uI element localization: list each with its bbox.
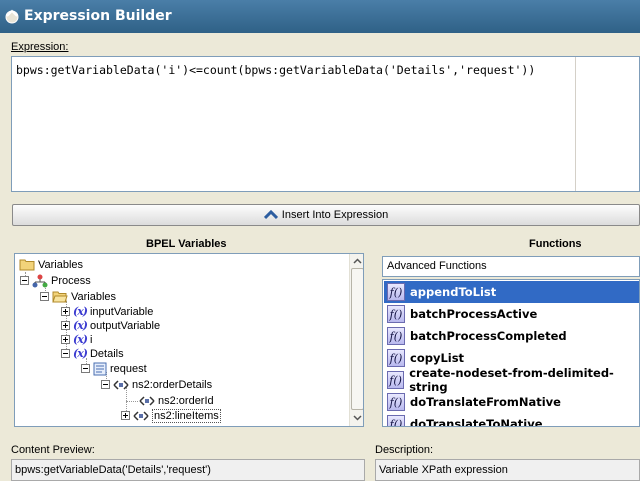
collapse-toggle[interactable]: [20, 276, 29, 285]
tree-label: ns2:lineItems: [152, 408, 221, 423]
expand-toggle[interactable]: [61, 307, 70, 316]
variable-icon: (x): [73, 347, 88, 360]
scroll-thumb[interactable]: [351, 268, 363, 410]
content-preview-label: Content Preview:: [11, 444, 95, 456]
element-icon: [133, 410, 149, 421]
variable-icon: (x): [73, 333, 88, 346]
functions-title: Functions: [529, 238, 582, 250]
function-icon: f(): [387, 283, 405, 301]
tree-label: Variables: [71, 290, 117, 303]
window-title: Expression Builder: [24, 8, 172, 24]
function-name: create-nodeset-from-delimited-string: [409, 366, 614, 394]
insert-button-label: Insert Into Expression: [281, 209, 389, 221]
collapse-toggle[interactable]: [101, 380, 110, 389]
function-category-value: Advanced Functions: [387, 260, 487, 272]
tree-label: i: [89, 333, 93, 346]
expression-text: bpws:getVariableData('i')<=count(bpws:ge…: [16, 63, 536, 77]
bpel-variables-title: BPEL Variables: [146, 238, 227, 250]
function-item-batch-process-active[interactable]: f() batchProcessActive: [384, 303, 639, 325]
element-icon: [113, 379, 129, 390]
function-item-batch-process-completed[interactable]: f() batchProcessCompleted: [384, 325, 639, 347]
tree-label: request: [110, 362, 147, 375]
tree-label: outputVariable: [89, 319, 161, 332]
function-name: batchProcessActive: [410, 307, 538, 321]
insert-into-expression-button[interactable]: Insert Into Expression: [12, 204, 640, 226]
tree-node-variables[interactable]: Variables: [40, 289, 116, 304]
tree-label: inputVariable: [89, 305, 154, 318]
expand-toggle[interactable]: [61, 335, 70, 344]
expression-builder-icon: [5, 9, 19, 24]
expression-label-text: Expression:: [11, 41, 69, 53]
expression-label: Expression:: [11, 41, 68, 53]
function-icon: f(): [387, 415, 405, 426]
tree-vertical-scrollbar[interactable]: [349, 254, 363, 426]
tree-node-process[interactable]: Process: [20, 273, 91, 288]
tree-label: ns2:orderDetails: [132, 378, 213, 391]
function-name: doTranslateFromNative: [410, 395, 561, 409]
function-name: batchProcessCompleted: [410, 329, 567, 343]
tree-node-order-id[interactable]: ns2:orderId: [139, 393, 214, 408]
functions-list[interactable]: f() appendToList f() batchProcessActive …: [382, 279, 640, 427]
function-name: copyList: [410, 351, 465, 365]
description-label: Description:: [375, 444, 434, 456]
function-category-select[interactable]: Advanced Functions: [382, 256, 640, 277]
variable-icon: (x): [73, 319, 88, 332]
variables-tree[interactable]: Variables Process Variables (x) inputVar…: [14, 253, 364, 427]
tree-node-line-items[interactable]: ns2:lineItems: [121, 408, 221, 423]
collapse-toggle[interactable]: [61, 349, 70, 358]
function-item-create-nodeset[interactable]: f() create-nodeset-from-delimited-string: [384, 366, 639, 394]
expression-divider: [575, 57, 576, 191]
function-icon: f(): [387, 393, 405, 411]
function-name: appendToList: [410, 285, 497, 299]
function-icon: f(): [387, 349, 405, 367]
expand-toggle[interactable]: [61, 321, 70, 330]
scroll-up-icon[interactable]: [353, 257, 362, 266]
process-icon: [32, 274, 48, 287]
function-icon: f(): [387, 305, 405, 323]
function-name: doTranslateToNative: [410, 417, 543, 427]
folder-icon: [19, 259, 35, 271]
function-icon: f(): [387, 327, 405, 345]
chevron-up-icon: [263, 210, 278, 220]
collapse-toggle[interactable]: [40, 292, 49, 301]
function-item-append-to-list[interactable]: f() appendToList: [384, 281, 639, 303]
expression-textarea[interactable]: bpws:getVariableData('i')<=count(bpws:ge…: [11, 56, 640, 192]
variable-icon: (x): [73, 305, 88, 318]
tree-node-i[interactable]: (x) i: [61, 332, 92, 347]
function-item-do-translate-to-native[interactable]: f() doTranslateToNative: [384, 413, 639, 427]
tree-node-input-variable[interactable]: (x) inputVariable: [61, 304, 153, 319]
tree-label: Details: [89, 347, 124, 360]
description-field[interactable]: Variable XPath expression: [375, 459, 640, 481]
function-icon: f(): [387, 371, 405, 389]
element-icon: [139, 395, 155, 406]
tree-node-request[interactable]: request: [81, 361, 147, 376]
tree-label: Variables: [38, 258, 84, 271]
open-folder-icon: [52, 291, 68, 303]
tree-label: Process: [51, 274, 91, 287]
expand-toggle[interactable]: [121, 411, 130, 420]
title-bar[interactable]: Expression Builder: [0, 0, 640, 33]
tree-label: ns2:orderId: [158, 394, 214, 407]
function-item-do-translate-from-native[interactable]: f() doTranslateFromNative: [384, 391, 639, 413]
message-part-icon: [93, 362, 107, 375]
tree-node-variables-root[interactable]: Variables: [19, 257, 83, 272]
scroll-down-icon[interactable]: [353, 413, 362, 422]
content-preview-field[interactable]: bpws:getVariableData('Details','request'…: [11, 459, 365, 481]
collapse-toggle[interactable]: [81, 364, 90, 373]
tree-node-output-variable[interactable]: (x) outputVariable: [61, 318, 160, 333]
tree-node-order-details[interactable]: ns2:orderDetails: [101, 377, 212, 392]
tree-node-details[interactable]: (x) Details: [61, 346, 124, 361]
